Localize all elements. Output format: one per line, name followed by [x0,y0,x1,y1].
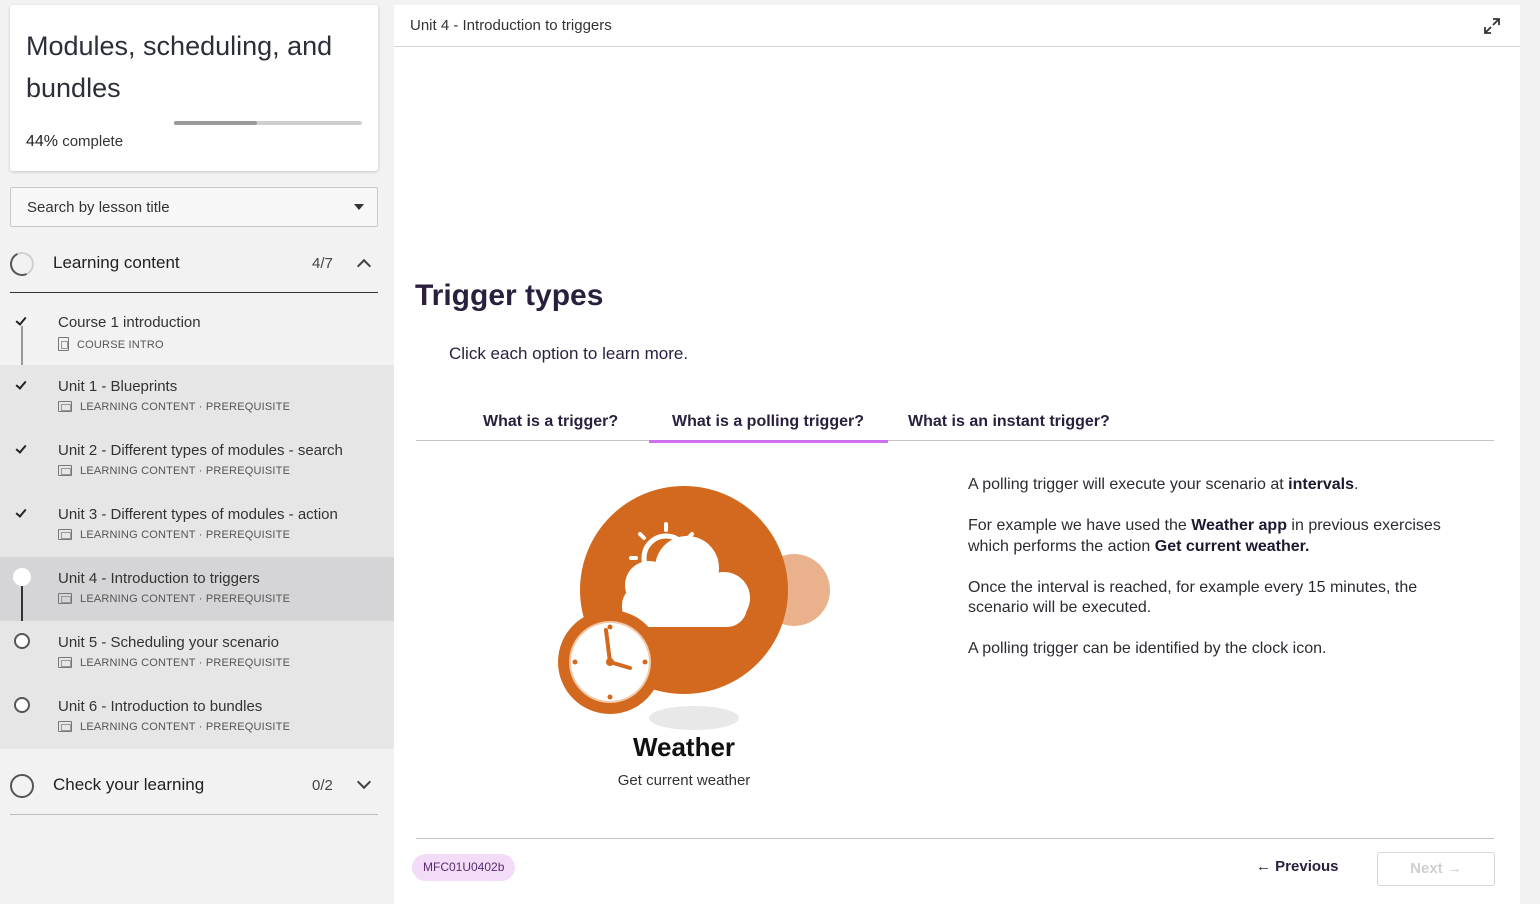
lesson-title: Unit 6 - Introduction to bundles [58,698,263,715]
caret-down-icon [354,204,364,210]
lesson-item[interactable]: Course 1 introduction COURSE INTRO [0,301,394,365]
content-icon [58,657,72,668]
section-title: Check your learning [53,775,205,794]
info-emphasis: Weather app [1191,517,1287,534]
content-icon [58,465,72,476]
lesson-meta: LEARNING CONTENT · PREREQUISITE [58,401,290,413]
lesson-meta-text: COURSE INTRO [77,339,164,351]
course-title: Modules, scheduling, and bundles [26,31,333,103]
check-icon [14,313,30,329]
info-text: A polling trigger will execute your scen… [968,476,1289,493]
content-heading: Trigger types [415,279,604,312]
info-paragraph: A polling trigger can be identified by t… [968,640,1327,657]
lesson-item-current[interactable]: Unit 4 - Introduction to triggers LEARNI… [0,557,394,621]
next-button[interactable]: Next → [1377,852,1495,886]
lesson-title: Unit 4 - Introduction to triggers [58,570,260,587]
document-icon [58,337,69,351]
lesson-meta-text: LEARNING CONTENT · PREREQUISITE [80,529,291,541]
lesson-meta-text: LEARNING CONTENT · PREREQUISITE [80,401,291,413]
previous-button[interactable]: ← Previous [1256,858,1339,875]
lesson-title: Course 1 introduction [58,314,201,331]
tab-polling-trigger[interactable]: What is a polling trigger? [649,413,888,443]
lesson-item[interactable]: Unit 6 - Introduction to bundles LEARNIN… [0,685,394,749]
content-icon [58,593,72,604]
content-icon [58,721,72,732]
course-progress-bar [174,121,362,125]
info-emphasis: Get current weather. [1154,537,1310,555]
clock-icon [558,610,662,714]
circle-icon [14,633,30,649]
lesson-item[interactable]: Unit 2 - Different types of modules - se… [0,429,394,493]
lesson-topbar-title: Unit 4 - Introduction to triggers [410,17,612,34]
lesson-search-select[interactable]: Search by lesson title [10,187,378,227]
info-paragraph: Once the interval is reached, for exampl… [968,578,1418,617]
section-count: 0/2 [312,777,333,794]
section-count: 4/7 [312,255,333,272]
lesson-topbar: Unit 4 - Introduction to triggers [394,5,1520,47]
lesson-meta: LEARNING CONTENT · PREREQUISITE [58,529,290,541]
content-instruction: Click each option to learn more. [449,344,689,363]
check-icon [14,505,30,521]
info-emphasis: intervals [1288,476,1354,493]
app-action: Get current weather [617,772,751,789]
course-card: Modules, scheduling, and bundles 44% com… [10,5,378,171]
lesson-item[interactable]: Unit 5 - Scheduling your scenario LEARNI… [0,621,394,685]
section-title: Learning content [53,253,180,272]
lesson-meta-text: LEARNING CONTENT · PREREQUISITE [80,593,291,605]
info-text: For example we have used the [968,517,1192,534]
progress-ring-icon [10,774,34,798]
content-icon [58,401,72,412]
expand-icon[interactable] [1482,16,1502,36]
lesson-meta-text: LEARNING CONTENT · PREREQUISITE [80,721,291,733]
info-paragraph: For example we have used the Weather app… [968,516,1448,557]
progress-percent: 44% [26,133,59,150]
lesson-meta: LEARNING CONTENT · PREREQUISITE [58,657,290,669]
progress-suffix: complete [58,133,124,150]
chevron-down-icon[interactable] [356,774,372,790]
course-sidebar: Modules, scheduling, and bundles 44% com… [0,0,394,904]
lesson-meta-text: LEARNING CONTENT · PREREQUISITE [80,465,291,477]
circle-icon [14,697,30,713]
course-progress-text: 44% complete [26,133,123,151]
info-text: . [1353,476,1359,493]
check-icon [14,377,30,393]
check-icon [14,441,30,457]
lesson-title: Unit 2 - Different types of modules - se… [58,442,343,459]
content-icon [58,529,72,540]
lesson-meta: LEARNING CONTENT · PREREQUISITE [58,593,290,605]
lesson-item[interactable]: Unit 1 - Blueprints LEARNING CONTENT · P… [0,365,394,429]
section-divider [10,292,378,293]
lesson-title: Unit 3 - Different types of modules - ac… [58,506,338,523]
section-learning-content[interactable]: Learning content 4/7 [6,240,378,288]
lesson-content-panel: Unit 4 - Introduction to triggers Trigge… [394,5,1520,904]
trigger-tabs: What is a trigger? What is a polling tri… [416,405,1494,443]
progress-ring-icon [6,248,38,280]
lesson-meta: LEARNING CONTENT · PREREQUISITE [58,721,290,733]
current-dot-icon [13,568,31,586]
section-divider [10,814,378,815]
tab-what-is-trigger[interactable]: What is a trigger? [483,413,618,431]
lesson-title: Unit 5 - Scheduling your scenario [58,634,279,651]
weather-app-icon [558,486,830,730]
info-paragraph: A polling trigger will execute your scen… [968,475,1448,496]
tab-panel-text: A polling trigger will execute your scen… [968,475,1448,680]
section-check-learning[interactable]: Check your learning 0/2 [10,762,378,810]
lesson-search-label: Search by lesson title [27,199,170,216]
lesson-item[interactable]: Unit 3 - Different types of modules - ac… [0,493,394,557]
tab-instant-trigger[interactable]: What is an instant trigger? [908,413,1110,431]
lesson-title: Unit 1 - Blueprints [58,378,178,395]
lesson-code-badge: MFC01U0402b [412,854,516,881]
chevron-up-icon[interactable] [356,258,372,274]
footer-divider [416,838,1494,839]
lesson-meta: LEARNING CONTENT · PREREQUISITE [58,465,290,477]
app-name: Weather [632,732,736,762]
lesson-meta-text: LEARNING CONTENT · PREREQUISITE [80,657,291,669]
course-progress-fill [174,121,257,125]
lesson-meta: COURSE INTRO [58,337,164,351]
